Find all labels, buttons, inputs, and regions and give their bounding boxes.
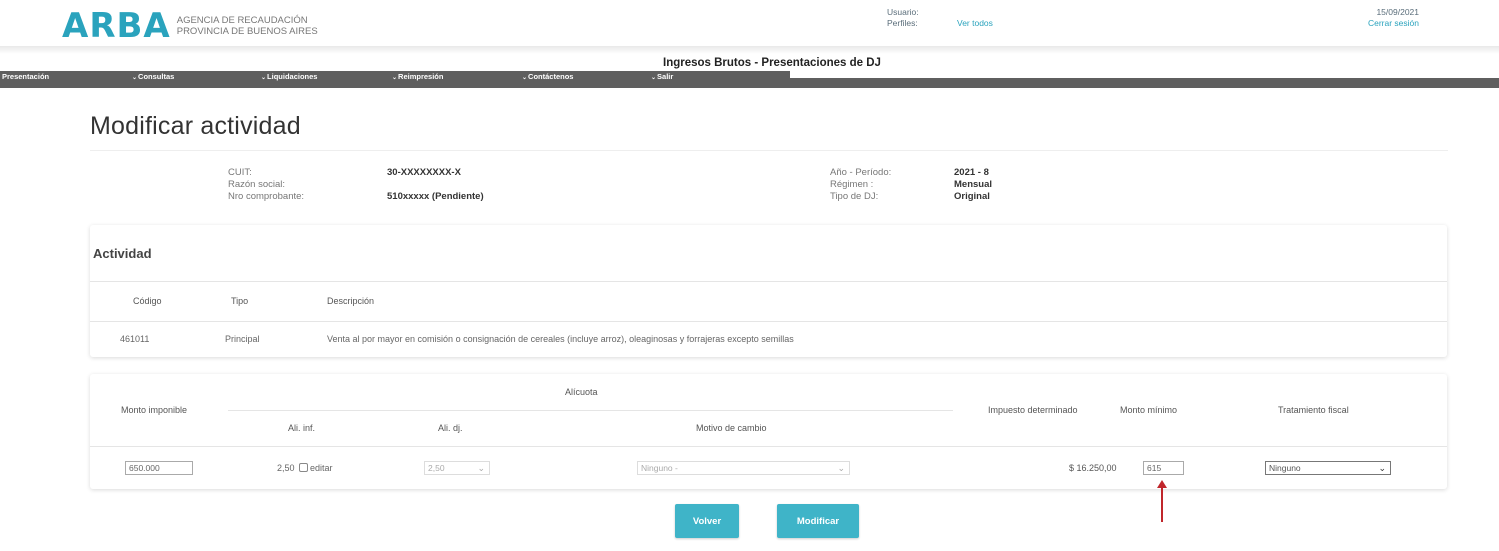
- ali-dj-label: Ali. dj.: [438, 423, 463, 433]
- alicuota-label: Alícuota: [565, 387, 598, 397]
- motivo-cambio-select-value: Ninguno -: [641, 463, 678, 473]
- menu-consultas[interactable]: ⌄Consultas: [132, 72, 174, 81]
- motivo-cambio-select[interactable]: Ninguno - ⌄: [637, 461, 850, 475]
- alicuota-rule: [228, 410, 953, 411]
- title-divider: [90, 150, 1448, 151]
- menu-consultas-label: Consultas: [138, 72, 175, 81]
- current-date: 15/09/2021: [1376, 7, 1419, 17]
- tratamiento-fiscal-select-value: Ninguno: [1269, 463, 1301, 473]
- header-divider: [0, 46, 1499, 54]
- menu-salir-label: Salir: [657, 72, 674, 81]
- perfiles-label: Perfiles:: [887, 18, 918, 28]
- chevron-down-icon: ⌄: [522, 75, 528, 81]
- volver-button[interactable]: Volver: [675, 504, 739, 538]
- col-header-tipo: Tipo: [231, 296, 249, 306]
- col-header-descripcion: Descripción: [327, 296, 375, 306]
- chevron-down-icon: ⌄: [837, 463, 845, 473]
- anio-periodo-value: 2021 - 8: [954, 167, 989, 178]
- app-title: Ingresos Brutos - Presentaciones de DJ: [663, 57, 881, 69]
- editar-label: editar: [310, 463, 333, 473]
- actividad-card: Actividad Código Tipo Descripción 461011…: [90, 225, 1447, 357]
- menu-presentacion[interactable]: Presentación: [2, 72, 49, 81]
- menu-salir[interactable]: ⌄Salir: [651, 72, 673, 81]
- monto-minimo-label: Monto mínimo: [1120, 405, 1178, 415]
- nro-comprobante-value: 510xxxxx (Pendiente): [387, 191, 484, 202]
- usuario-label: Usuario:: [887, 7, 919, 17]
- ali-dj-select-value: 2,50: [428, 463, 445, 473]
- arrow-shaft: [1161, 486, 1163, 522]
- chevron-down-icon: ⌄: [392, 75, 398, 81]
- motivo-cambio-label: Motivo de cambio: [696, 423, 767, 433]
- user-info: Usuario: Perfiles: Ver todos: [887, 7, 993, 29]
- actividad-rule-top: [90, 281, 1447, 282]
- menu-contactenos[interactable]: ⌄Contáctenos: [522, 72, 573, 81]
- monto-imponible-input[interactable]: [125, 461, 193, 475]
- col-header-codigo: Código: [133, 296, 162, 306]
- logo-subtitle: AGENCIA DE RECAUDACIÓN PROVINCIA DE BUEN…: [177, 15, 318, 37]
- menu-liquidaciones[interactable]: ⌄Liquidaciones: [261, 72, 317, 81]
- logo-sub-line2: PROVINCIA DE BUENOS AIRES: [176, 26, 318, 37]
- ali-inf-label: Ali. inf.: [288, 423, 316, 433]
- regimen-label: Régimen :: [830, 179, 874, 190]
- tratamiento-fiscal-select[interactable]: Ninguno ⌄: [1265, 461, 1391, 475]
- menu-bar-gap: [790, 71, 1499, 78]
- modificar-button[interactable]: Modificar: [777, 504, 859, 538]
- chevron-down-icon: ⌄: [651, 75, 657, 81]
- cerrar-sesion-link[interactable]: Cerrar sesión: [1368, 18, 1419, 29]
- info-values-left: 30-XXXXXXXX-X 510xxxxx (Pendiente): [387, 167, 484, 203]
- menu-contactenos-label: Contáctenos: [528, 72, 574, 81]
- liquidacion-card: Monto imponible Alícuota Impuesto determ…: [90, 374, 1447, 489]
- chevron-down-icon: ⌄: [477, 463, 485, 473]
- tipo-dj-value: Original: [954, 191, 990, 202]
- actividad-title: Actividad: [93, 246, 152, 261]
- menu-liquidaciones-label: Liquidaciones: [267, 72, 318, 81]
- razon-social-label: Razón social:: [228, 179, 286, 190]
- liquidacion-rule: [90, 446, 1447, 447]
- cell-codigo: 461011: [120, 334, 150, 344]
- monto-imponible-label: Monto imponible: [121, 405, 188, 415]
- session-info: 15/09/2021 Cerrar sesión: [1368, 7, 1419, 29]
- impuesto-determinado-label: Impuesto determinado: [988, 405, 1078, 415]
- menu-presentacion-label: Presentación: [2, 72, 50, 81]
- razon-social-value: [387, 179, 484, 191]
- cell-descripcion: Venta al por mayor en comisión o consign…: [327, 334, 794, 344]
- info-labels-right: Año - Período: Régimen : Tipo de DJ:: [830, 167, 891, 203]
- logo-mark: ARBA: [62, 6, 171, 46]
- tratamiento-fiscal-label: Tratamiento fiscal: [1278, 405, 1349, 415]
- impuesto-determinado-value: $ 16.250,00: [1069, 463, 1117, 473]
- info-values-right: 2021 - 8 Mensual Original: [954, 167, 992, 203]
- cell-tipo: Principal: [225, 334, 260, 344]
- page-title: Modificar actividad: [90, 112, 301, 140]
- cuit-label: CUIT:: [228, 167, 252, 178]
- chevron-down-icon: ⌄: [132, 75, 138, 81]
- ali-dj-select[interactable]: 2,50 ⌄: [424, 461, 490, 475]
- editar-checkbox[interactable]: [299, 463, 308, 472]
- chevron-down-icon: ⌄: [261, 75, 267, 81]
- arba-logo[interactable]: ARBA AGENCIA DE RECAUDACIÓN PROVINCIA DE…: [62, 8, 318, 44]
- regimen-value: Mensual: [954, 179, 993, 190]
- info-labels-left: CUIT: Razón social: Nro comprobante:: [228, 167, 304, 203]
- cuit-value: 30-XXXXXXXX-X: [387, 167, 461, 178]
- menu-reimpresion[interactable]: ⌄Reimpresión: [392, 72, 443, 81]
- actividad-rule-mid: [90, 321, 1447, 322]
- ali-inf-value: 2,50: [277, 463, 295, 473]
- chevron-down-icon: ⌄: [1378, 463, 1386, 473]
- nro-comprobante-label: Nro comprobante:: [228, 191, 305, 202]
- red-arrow-annotation-icon: [1157, 480, 1167, 522]
- ver-todos-link[interactable]: Ver todos: [957, 18, 993, 29]
- logo-sub-line1: AGENCIA DE RECAUDACIÓN: [176, 15, 308, 26]
- monto-minimo-input[interactable]: [1143, 461, 1184, 475]
- anio-periodo-label: Año - Período:: [830, 167, 892, 178]
- tipo-dj-label: Tipo de DJ:: [830, 191, 879, 202]
- menu-reimpresion-label: Reimpresión: [398, 72, 444, 81]
